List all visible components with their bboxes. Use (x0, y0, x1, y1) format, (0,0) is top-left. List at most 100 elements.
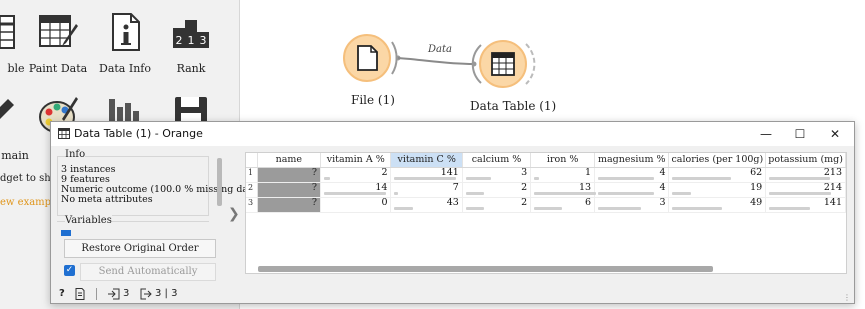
value-bar (598, 176, 654, 180)
variables-title: Variables (65, 215, 112, 226)
data-table: name vitamin A % vitamin C % calcium % i… (246, 153, 846, 213)
table-cell[interactable]: 13 (530, 182, 597, 198)
cell-value: ? (311, 196, 317, 208)
data-table-node-label: Data Table (1) (470, 99, 557, 113)
value-bar (598, 191, 654, 195)
value-bar (769, 206, 811, 210)
info-title: Info (65, 149, 86, 160)
table-cell[interactable]: 7 (390, 182, 463, 198)
value-bar (465, 191, 485, 195)
svg-text:3: 3 (200, 34, 207, 47)
value-bar (324, 191, 386, 195)
column-header[interactable]: calcium % (462, 153, 532, 168)
table-icon (0, 15, 15, 49)
value-bar (394, 191, 399, 195)
table-cell[interactable]: 4 (594, 167, 670, 183)
resize-grip-icon[interactable]: ⋮ (843, 293, 851, 302)
column-header[interactable]: potassium (mg) (765, 153, 846, 168)
table-row[interactable]: 3? 0 43 2 6 3 49 141 (246, 196, 846, 213)
table-cell[interactable]: 141 (765, 197, 846, 213)
data-table-view[interactable]: name vitamin A % vitamin C % calcium % i… (245, 152, 847, 274)
table-cell[interactable]: 3 (594, 197, 670, 213)
table-cell[interactable]: 49 (668, 197, 767, 213)
value-bar (465, 206, 485, 210)
table-header-row: name vitamin A % vitamin C % calcium % i… (246, 153, 846, 168)
window-titlebar[interactable]: Data Table (1) - Orange — ☐ ✕ (51, 122, 854, 146)
info-meta: No meta attributes (61, 194, 153, 205)
value-bar (598, 206, 642, 210)
cell-value: 1 (585, 166, 592, 178)
table-cell[interactable]: 4 (594, 182, 670, 198)
maximize-button[interactable]: ☐ (783, 122, 817, 146)
paint-data-icon (39, 15, 78, 47)
row-number: 1 (246, 167, 258, 183)
table-cell[interactable]: 2 (462, 182, 532, 198)
name-cell[interactable]: ? (257, 181, 322, 198)
value-bar (672, 206, 723, 210)
name-cell[interactable]: ? (257, 167, 322, 183)
table-cell[interactable]: 43 (390, 197, 463, 213)
status-divider (96, 288, 97, 300)
data-info-icon (112, 13, 140, 51)
value-bar (324, 176, 331, 180)
link-label: Data (428, 44, 452, 55)
report-icon[interactable] (75, 288, 85, 300)
value-bar (534, 191, 597, 195)
value-bar (394, 176, 457, 180)
svg-text:1: 1 (188, 34, 195, 47)
column-header[interactable]: calories (per 100g) (668, 153, 767, 168)
collapse-panel-icon[interactable]: ❯ (228, 206, 240, 222)
rank-icon: 2 1 3 (173, 20, 209, 48)
name-cell[interactable]: ? (257, 196, 322, 213)
send-automatically-button[interactable]: Send Automatically (80, 263, 216, 281)
cell-value: ? (311, 181, 317, 193)
table-cell[interactable]: 6 (530, 197, 596, 213)
variables-checkbox[interactable] (61, 230, 71, 236)
edit-domain-icon (0, 99, 14, 119)
table-cell[interactable]: 2 (320, 166, 392, 183)
table-cell[interactable]: 213 (765, 167, 846, 183)
row-number: 2 (246, 182, 258, 198)
column-header[interactable]: vitamin A % (320, 153, 392, 168)
output-icon (140, 288, 152, 300)
table-cell[interactable]: 2 (462, 197, 532, 213)
table-icon (491, 52, 515, 76)
minimize-button[interactable]: — (749, 122, 783, 146)
table-icon (58, 128, 70, 139)
table-cell[interactable]: 3 (462, 167, 532, 183)
column-header[interactable]: magnesium % (594, 153, 670, 168)
data-link[interactable] (397, 57, 475, 65)
table-row[interactable]: 1? 2 141 3 1 4 62 213 (246, 166, 846, 183)
send-automatically-checkbox[interactable]: ✓ (64, 265, 75, 276)
cell-value: 2 (381, 166, 388, 178)
table-cell[interactable]: 214 (765, 182, 846, 198)
column-header[interactable]: iron % (530, 153, 596, 168)
value-bar (394, 206, 414, 210)
table-cell[interactable]: 1 (530, 166, 596, 183)
status-bar: ? 3 3 | 3 ⋮ (51, 285, 854, 303)
restore-original-order-button[interactable]: Restore Original Order (64, 239, 216, 258)
table-cell[interactable]: 62 (668, 167, 767, 183)
status-output-count: 3 | 3 (155, 288, 178, 299)
table-cell[interactable]: 0 (320, 197, 392, 213)
horizontal-scrollbar[interactable] (258, 266, 713, 272)
row-header-corner (246, 153, 258, 168)
table-row[interactable]: 2? 14 7 2 13 4 19 214 (246, 181, 846, 198)
input-icon (108, 288, 120, 300)
svg-text:2: 2 (176, 34, 183, 47)
value-bar (672, 176, 732, 180)
column-header-selected[interactable]: vitamin C % (390, 153, 463, 168)
close-button[interactable]: ✕ (818, 122, 852, 146)
value-bar (465, 176, 491, 180)
file-icon (357, 45, 378, 71)
left-panel-scrollbar[interactable] (217, 158, 222, 206)
status-input-count: 3 (123, 288, 130, 299)
value-bar (672, 191, 692, 195)
table-cell[interactable]: 14 (320, 182, 392, 198)
table-cell[interactable]: 141 (390, 167, 463, 183)
table-cell[interactable]: 19 (668, 182, 767, 198)
file-node-label: File (1) (351, 93, 395, 107)
help-icon[interactable]: ? (59, 288, 65, 299)
data-table-window: Data Table (1) - Orange — ☐ ✕ Info 3 ins… (50, 121, 855, 304)
column-header[interactable]: name (257, 153, 322, 168)
